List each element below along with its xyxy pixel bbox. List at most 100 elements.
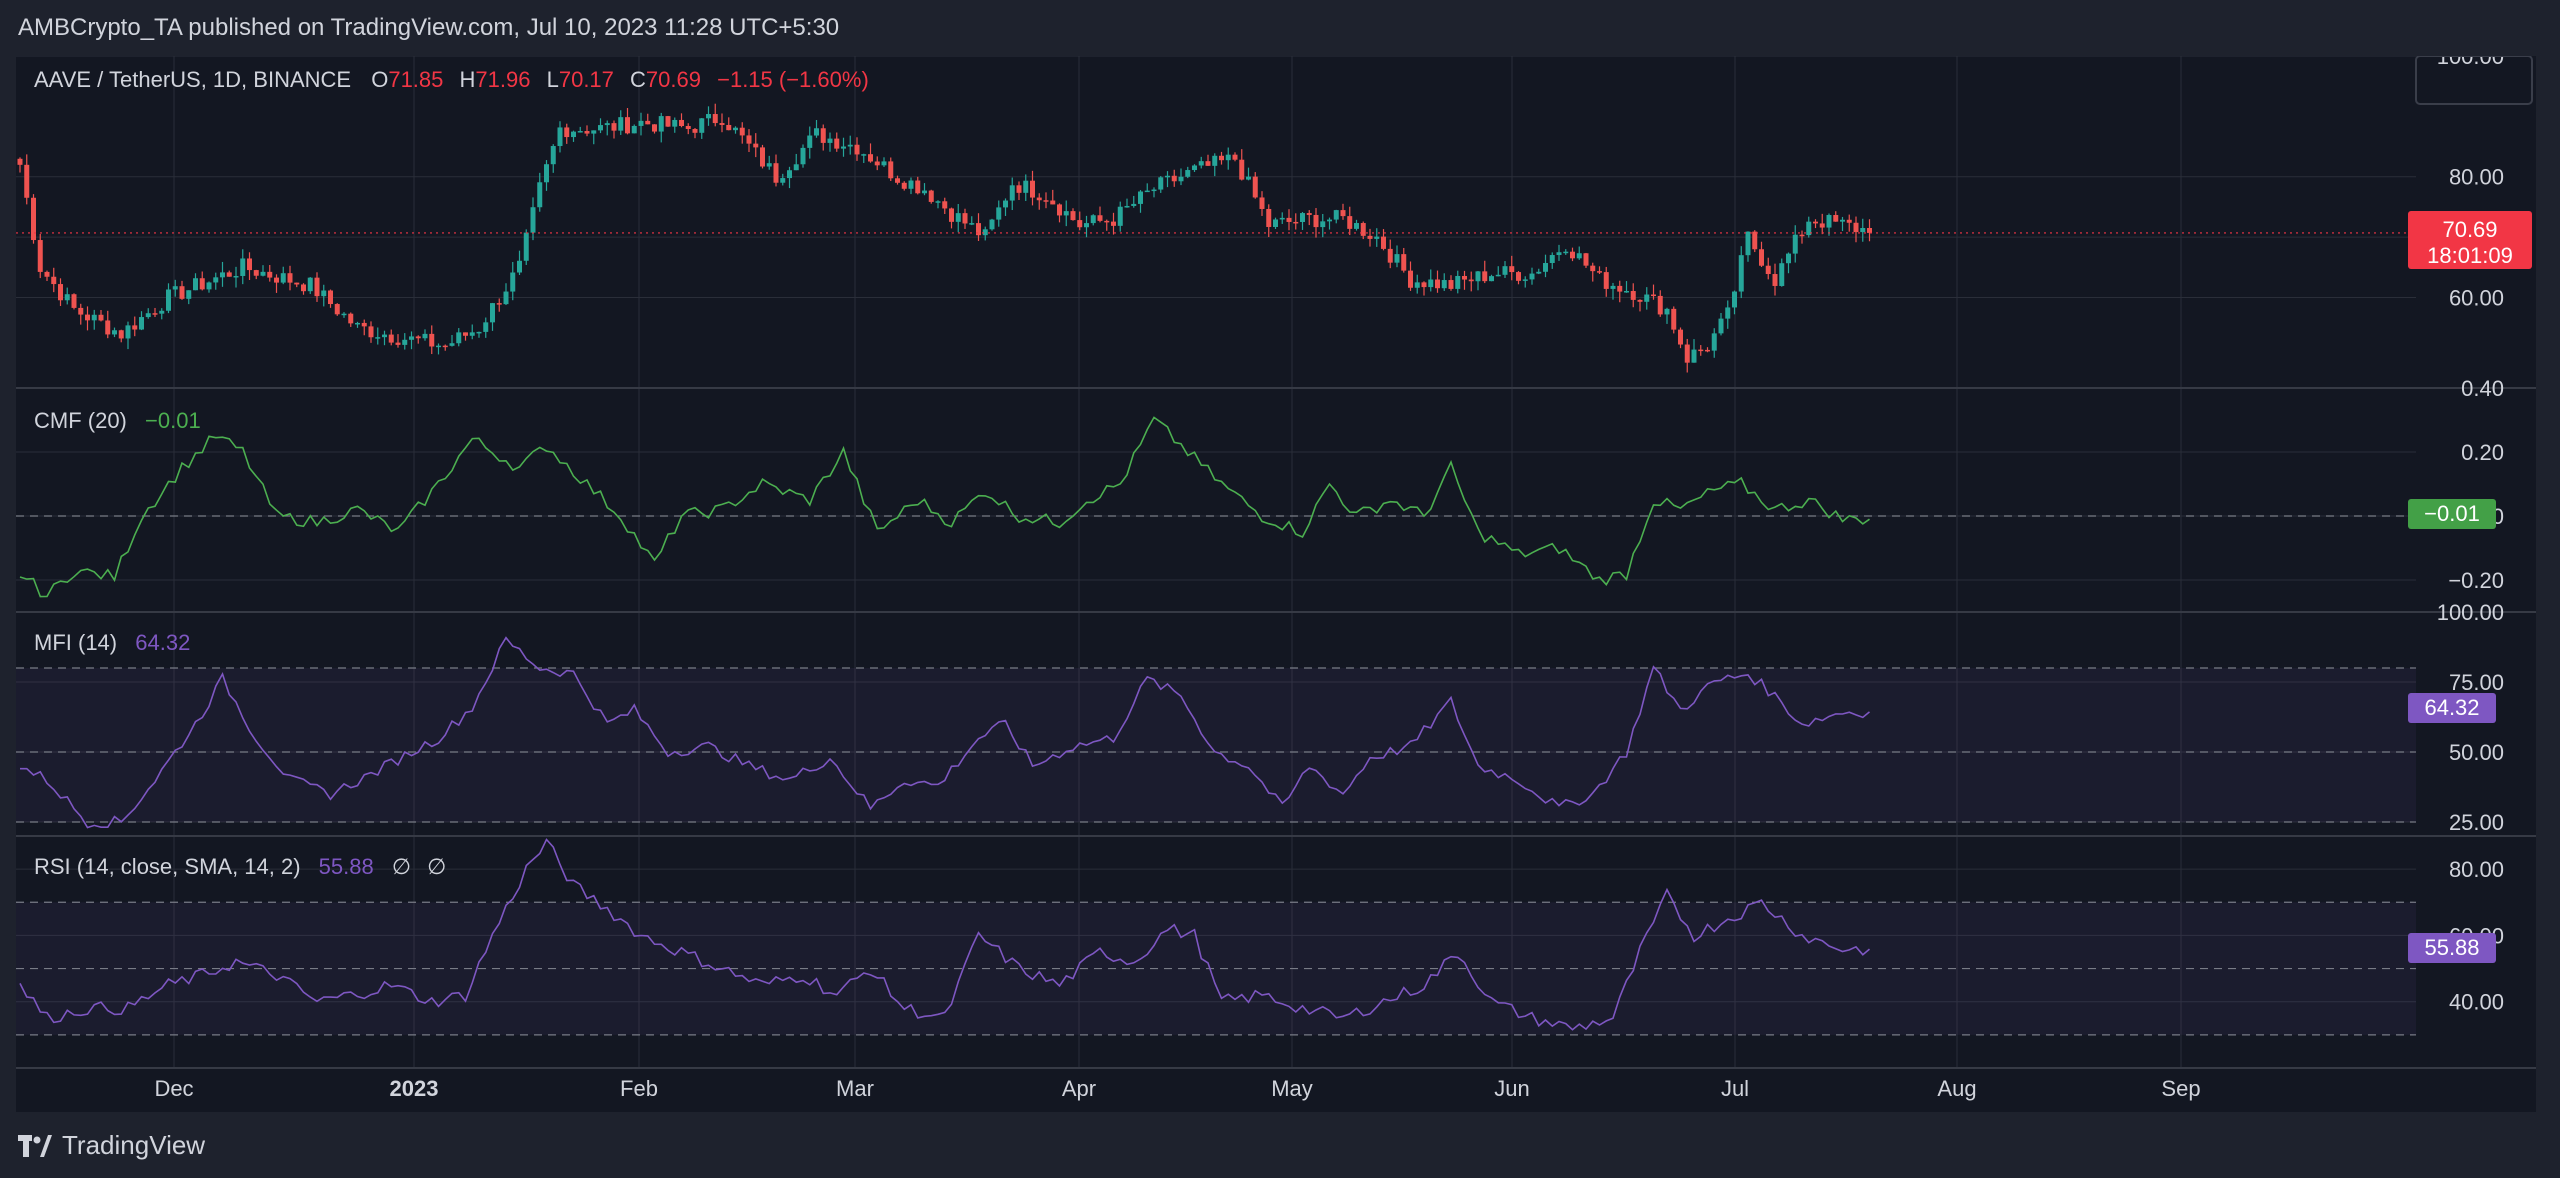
candle-body-119 (820, 128, 826, 143)
candle-body-127 (874, 161, 880, 166)
candle-body-108 (746, 135, 752, 144)
mfi-band-fill (16, 668, 2416, 822)
candle-body-233 (1590, 265, 1596, 272)
candle-body-189 (1293, 221, 1299, 224)
candle-body-123 (847, 144, 853, 147)
footer-brand[interactable]: TradingView (18, 1130, 205, 1161)
cmf-line (19, 416, 1870, 598)
candle-body-159 (1090, 215, 1096, 224)
candle-body-173 (1185, 170, 1191, 177)
brand-name: TradingView (62, 1130, 206, 1160)
candle-body-225 (1536, 271, 1542, 274)
candle-body-156 (1070, 211, 1076, 221)
candle-body-250 (1705, 349, 1710, 352)
candle-body-264 (1799, 234, 1805, 237)
x-tick-9: Sep (2161, 1076, 2200, 1101)
change-value: −1.15 (−1.60%) (717, 67, 869, 92)
candle-body-65 (456, 332, 462, 344)
candle-body-5 (51, 276, 57, 285)
rsi-tick-2: 40.00 (2449, 990, 2504, 1015)
candle-body-192 (1313, 214, 1319, 228)
candle-body-104 (719, 123, 725, 125)
candle-body-190 (1300, 213, 1305, 223)
candle-body-175 (1198, 161, 1204, 166)
candle-body-165 (1131, 203, 1137, 206)
candle-body-39 (280, 273, 286, 283)
candle-body-260 (1772, 274, 1778, 286)
candle-body-82 (571, 131, 576, 138)
candle-body-141 (969, 223, 975, 225)
candle-body-228 (1556, 252, 1562, 256)
candle-body-61 (429, 333, 435, 347)
candle-body-19 (145, 313, 151, 318)
low-value: 70.17 (559, 67, 614, 92)
candle-body-84 (584, 131, 590, 134)
candle-body-26 (193, 278, 198, 291)
candle-body-227 (1549, 255, 1555, 264)
candle-body-230 (1570, 251, 1575, 259)
candle-body-261 (1779, 263, 1785, 286)
candle-body-263 (1792, 234, 1798, 254)
candle-body-203 (1387, 248, 1393, 263)
candle-body-131 (901, 182, 907, 189)
candle-body-118 (814, 128, 819, 136)
candle-body-242 (1651, 294, 1656, 297)
candle-body-91 (631, 125, 637, 134)
candle-body-155 (1063, 211, 1069, 216)
candle-body-80 (557, 127, 563, 147)
x-tick-7: Jul (1721, 1076, 1749, 1101)
candle-body-0 (17, 158, 23, 165)
candle-body-69 (483, 322, 489, 332)
candle-body-251 (1711, 333, 1717, 351)
cmf-badge-value: −0.01 (2424, 501, 2480, 526)
candle-body-41 (294, 282, 300, 285)
candle-body-79 (550, 146, 556, 165)
candle-body-231 (1576, 253, 1582, 259)
candle-body-66 (463, 332, 468, 336)
low-label: L (547, 67, 559, 92)
candle-body-74 (517, 260, 522, 273)
candle-body-256 (1745, 231, 1751, 256)
rsi-name: RSI (14, close, SMA, 14, 2) (34, 854, 301, 879)
chart-area[interactable]: 100.0080.0070.0060.000.400.200.00−0.2010… (16, 44, 2536, 1112)
candle-body-201 (1374, 236, 1380, 239)
candle-body-120 (827, 138, 833, 143)
candle-body-49 (348, 313, 354, 324)
candle-body-271 (1846, 219, 1852, 223)
candle-body-7 (64, 294, 70, 301)
candle-body-121 (834, 138, 840, 149)
candle-body-18 (139, 317, 144, 330)
cmf-series (16, 416, 2416, 598)
candle-body-93 (645, 120, 651, 125)
candle-body-143 (982, 229, 988, 236)
mfi-legend-value: 64.32 (135, 630, 190, 655)
rsi-badge-value: 55.88 (2424, 935, 2479, 960)
candle-body-109 (753, 143, 759, 148)
candle-body-76 (530, 207, 536, 233)
candle-body-154 (1057, 204, 1062, 216)
candle-body-23 (172, 286, 178, 290)
candle-body-272 (1853, 222, 1859, 233)
candle-body-29 (213, 277, 219, 283)
candle-body-199 (1360, 223, 1366, 236)
candle-body-103 (712, 114, 718, 124)
rsi-tick-0: 80.00 (2449, 857, 2504, 882)
candle-body-86 (598, 125, 603, 131)
candle-body-135 (928, 190, 934, 202)
candle-body-46 (328, 290, 333, 305)
rsi-extra-2: ∅ (427, 854, 446, 879)
candle-body-197 (1347, 216, 1353, 229)
candle-body-47 (334, 304, 340, 315)
candle-body-89 (618, 117, 624, 131)
candle-body-56 (395, 342, 401, 345)
candle-body-224 (1529, 273, 1535, 280)
candle-body-2 (31, 197, 36, 241)
price-candles (16, 103, 2416, 373)
chart-svg[interactable]: 100.0080.0070.0060.000.400.200.00−0.2010… (16, 44, 2536, 1112)
candle-body-207 (1414, 282, 1420, 288)
candle-body-40 (287, 273, 293, 283)
candle-body-244 (1664, 308, 1670, 315)
candle-body-31 (226, 272, 232, 277)
mfi-tick-2: 50.00 (2449, 740, 2504, 765)
candle-body-106 (733, 127, 738, 131)
